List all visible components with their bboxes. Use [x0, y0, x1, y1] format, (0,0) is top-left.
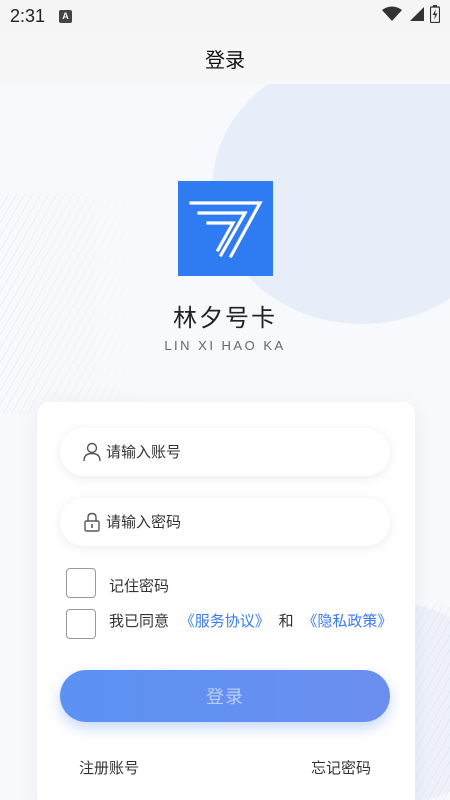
- user-icon: [82, 442, 102, 462]
- service-agreement-link[interactable]: 《服务协议》: [180, 612, 270, 630]
- password-input[interactable]: [106, 513, 366, 531]
- battery-icon: [429, 4, 441, 28]
- a-notification-icon: A: [59, 9, 73, 23]
- lock-icon: [82, 512, 102, 532]
- login-button[interactable]: 登录: [60, 670, 390, 722]
- status-time: 2:31: [10, 5, 46, 26]
- agreement-text: 我已同意 《服务协议》 和 《隐私政策》: [109, 610, 392, 631]
- privacy-policy-link[interactable]: 《隐私政策》: [302, 612, 392, 630]
- nav-bar: 登录: [0, 32, 450, 84]
- signal-icon: [408, 6, 424, 27]
- password-field[interactable]: [60, 498, 390, 546]
- status-icons: [382, 4, 441, 28]
- app-logo: [178, 181, 273, 276]
- remember-password-checkbox[interactable]: [66, 568, 96, 598]
- and-text: 和: [278, 612, 294, 630]
- remember-password-label: 记住密码: [109, 577, 170, 595]
- forgot-password-link[interactable]: 忘记密码: [311, 757, 371, 778]
- account-input[interactable]: [106, 443, 366, 461]
- agreement-checkbox[interactable]: [66, 609, 96, 639]
- wifi-icon: [382, 6, 402, 27]
- page-title: 登录: [205, 47, 245, 72]
- account-field[interactable]: [60, 428, 390, 476]
- logo-mark-icon: [188, 200, 263, 258]
- app-subtitle: LIN XI HAO KA: [164, 338, 286, 353]
- register-link[interactable]: 注册账号: [79, 757, 139, 778]
- app-name: 林夕号卡: [173, 304, 277, 332]
- agree-prefix: 我已同意: [109, 612, 170, 630]
- status-bar: 2:31 A: [0, 0, 450, 32]
